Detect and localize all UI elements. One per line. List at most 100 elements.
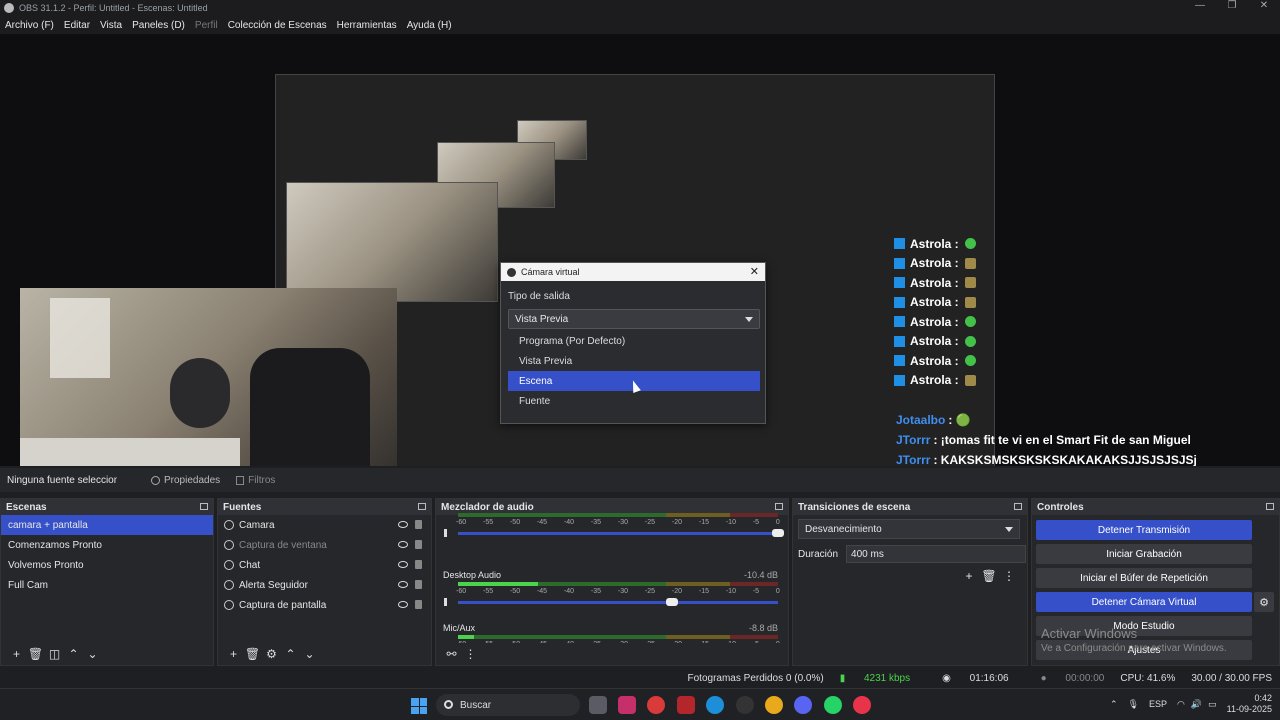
menu-ayuda[interactable]: Ayuda (H) bbox=[407, 20, 452, 31]
close-icon[interactable]: ✕ bbox=[750, 265, 759, 278]
windows-start-icon[interactable] bbox=[411, 698, 427, 714]
chevron-up-icon[interactable]: ⌃ bbox=[64, 647, 83, 661]
speaker-icon[interactable]: 🔊 bbox=[1191, 699, 1202, 710]
lock-icon[interactable] bbox=[415, 560, 422, 569]
stop-virtual-camera-button[interactable]: Detener Cámara Virtual bbox=[1036, 592, 1252, 612]
start-recording-button[interactable]: Iniciar Grabación bbox=[1036, 544, 1252, 564]
trash-icon[interactable]: 🗑 bbox=[243, 647, 262, 661]
dock-float-icon[interactable] bbox=[775, 503, 783, 510]
maximize-icon[interactable]: ❐ bbox=[1216, 0, 1248, 11]
stop-streaming-button[interactable]: Detener Transmisión bbox=[1036, 520, 1252, 540]
properties-button[interactable]: Propiedades bbox=[151, 475, 220, 486]
scene-item[interactable]: Volvemos Pronto bbox=[1, 555, 213, 575]
menu-archivo[interactable]: Archivo (F) bbox=[5, 20, 54, 31]
source-item[interactable]: Alerta Seguidor bbox=[218, 575, 431, 595]
taskbar-search[interactable]: Buscar bbox=[436, 694, 580, 716]
start-replay-buffer-button[interactable]: Iniciar el Búfer de Repetición bbox=[1036, 568, 1252, 588]
more-icon[interactable]: ⋮ bbox=[461, 647, 480, 661]
scene-item[interactable]: Comenzamos Pronto bbox=[1, 535, 213, 555]
trash-icon[interactable]: 🗑 bbox=[26, 647, 45, 661]
eye-icon[interactable] bbox=[398, 561, 408, 568]
close-icon[interactable]: ✕ bbox=[1248, 0, 1280, 11]
scale-tick: 0 bbox=[775, 588, 780, 595]
minimize-icon[interactable]: — bbox=[1184, 0, 1216, 11]
gear-icon[interactable]: ⚙ bbox=[262, 647, 281, 661]
volume-knob[interactable] bbox=[666, 598, 678, 606]
chat-message: Jotaalbo: 🟢 bbox=[896, 410, 1280, 430]
whatsapp-icon[interactable] bbox=[824, 696, 842, 714]
link-icon[interactable]: ⚯ bbox=[442, 647, 461, 661]
dock-float-icon[interactable] bbox=[418, 503, 426, 510]
menu-vista[interactable]: Vista bbox=[100, 20, 122, 31]
source-item[interactable]: Chat bbox=[218, 555, 431, 575]
scene-item[interactable]: camara + pantalla bbox=[1, 515, 213, 535]
eye-icon[interactable] bbox=[398, 601, 408, 608]
copilot-icon[interactable] bbox=[589, 696, 607, 714]
obs-icon[interactable] bbox=[736, 696, 754, 714]
dock-float-icon[interactable] bbox=[1266, 503, 1274, 510]
source-item[interactable]: Captura de pantalla bbox=[218, 595, 431, 615]
scene-item[interactable]: Full Cam bbox=[1, 575, 213, 595]
menu-herramientas[interactable]: Herramientas bbox=[337, 20, 397, 31]
trash-icon[interactable]: 🗑 bbox=[979, 569, 999, 583]
dock-float-icon[interactable] bbox=[200, 503, 208, 510]
volume-slider[interactable] bbox=[458, 598, 778, 606]
lock-icon[interactable] bbox=[415, 540, 422, 549]
scale-tick: -15 bbox=[698, 588, 709, 595]
output-type-option[interactable]: Programa (Por Defecto) bbox=[508, 331, 760, 351]
scale-tick: -60 bbox=[456, 588, 467, 595]
gear-icon[interactable]: ⚙ bbox=[1254, 592, 1274, 612]
output-type-option[interactable]: Vista Previa bbox=[508, 351, 760, 371]
language-indicator[interactable]: ESP bbox=[1149, 699, 1167, 709]
lock-icon[interactable] bbox=[415, 600, 422, 609]
taskbar-clock[interactable]: 0:42 11-09-2025 bbox=[1227, 693, 1272, 715]
app-icon[interactable] bbox=[677, 696, 695, 714]
speaker-icon[interactable] bbox=[444, 598, 452, 606]
transition-buttons: + 🗑 ⋮ bbox=[959, 569, 1019, 583]
microphone-icon[interactable]: 🎙 bbox=[1128, 699, 1139, 710]
capcut-icon[interactable] bbox=[618, 696, 636, 714]
eye-icon[interactable] bbox=[398, 581, 408, 588]
chevron-up-icon[interactable]: ⌃ bbox=[281, 647, 300, 661]
menu-editar[interactable]: Editar bbox=[64, 20, 90, 31]
eye-icon[interactable] bbox=[398, 521, 408, 528]
dock-float-icon[interactable] bbox=[1014, 503, 1022, 510]
media-player-icon[interactable] bbox=[647, 696, 665, 714]
add-icon[interactable]: + bbox=[959, 569, 979, 583]
add-icon[interactable]: + bbox=[224, 647, 243, 661]
filters-button[interactable]: Filtros bbox=[236, 475, 275, 486]
lock-icon[interactable] bbox=[415, 580, 422, 589]
emote-icon bbox=[964, 335, 976, 347]
transition-select[interactable]: Desvanecimiento bbox=[798, 519, 1020, 539]
edge-icon[interactable] bbox=[706, 696, 724, 714]
filter-icon[interactable]: ◫ bbox=[45, 647, 64, 661]
volume-knob[interactable] bbox=[771, 529, 784, 537]
streamer-badge-icon bbox=[894, 238, 905, 250]
output-type-select[interactable]: Vista Previa bbox=[508, 309, 760, 329]
eye-off-icon[interactable] bbox=[398, 541, 408, 548]
speaker-icon[interactable] bbox=[444, 529, 452, 537]
chevron-down-icon[interactable]: ⌄ bbox=[83, 647, 102, 661]
menu-coleccion-escenas[interactable]: Colección de Escenas bbox=[228, 20, 327, 31]
chevron-down-icon[interactable]: ⌄ bbox=[300, 647, 319, 661]
battery-icon[interactable]: ▭ bbox=[1208, 699, 1217, 710]
duration-input[interactable]: 400 ms bbox=[846, 545, 1027, 563]
discord-icon[interactable] bbox=[794, 696, 812, 714]
wifi-icon[interactable]: ◠ bbox=[1177, 699, 1185, 710]
more-icon[interactable]: ⋮ bbox=[999, 569, 1019, 583]
add-icon[interactable]: + bbox=[7, 647, 26, 661]
menu-paneles[interactable]: Paneles (D) bbox=[132, 20, 185, 31]
chrome-icon[interactable] bbox=[765, 696, 783, 714]
scale-tick: -60 bbox=[456, 519, 467, 526]
fps: 30.00 / 30.00 FPS bbox=[1191, 672, 1272, 684]
output-type-option[interactable]: Fuente bbox=[508, 391, 760, 411]
source-item[interactable]: Captura de ventana bbox=[218, 535, 431, 555]
chevron-up-icon[interactable]: ⌃ bbox=[1110, 699, 1118, 710]
opera-icon[interactable] bbox=[853, 696, 871, 714]
volume-slider[interactable] bbox=[458, 529, 784, 537]
menu-perfil[interactable]: Perfil bbox=[195, 20, 218, 31]
source-item[interactable]: Camara bbox=[218, 515, 431, 535]
lock-icon[interactable] bbox=[415, 520, 422, 529]
scale-tick: -55 bbox=[482, 519, 494, 526]
scale-tick: -35 bbox=[590, 519, 602, 526]
